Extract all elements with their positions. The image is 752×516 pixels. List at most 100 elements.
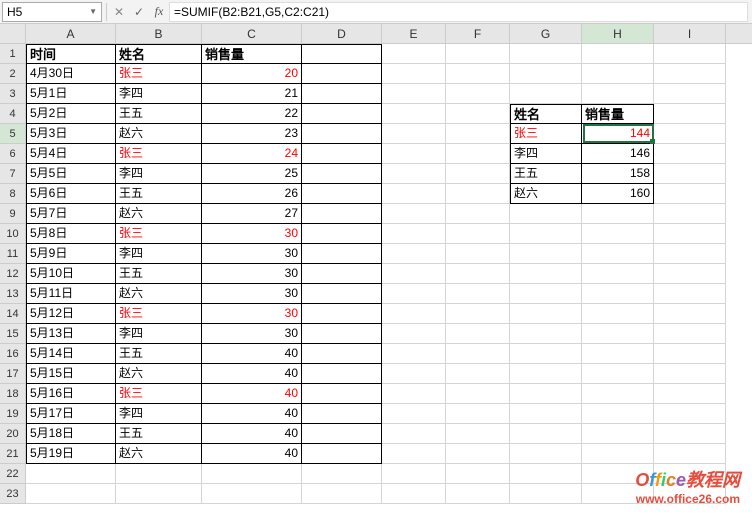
cell-A5[interactable]: 5月3日 [26, 124, 116, 144]
cell-H17[interactable] [582, 364, 654, 384]
cell-A6[interactable]: 5月4日 [26, 144, 116, 164]
col-header-F[interactable]: F [446, 24, 510, 43]
cell-H6[interactable]: 146 [582, 144, 654, 164]
col-header-I[interactable]: I [654, 24, 726, 43]
cell-B13[interactable]: 赵六 [116, 284, 202, 304]
cell-H13[interactable] [582, 284, 654, 304]
row-header-14[interactable]: 14 [0, 304, 26, 324]
cell-A1[interactable]: 时间 [26, 44, 116, 64]
cell-C18[interactable]: 40 [202, 384, 302, 404]
cell-A19[interactable]: 5月17日 [26, 404, 116, 424]
cell-B5[interactable]: 赵六 [116, 124, 202, 144]
cell-A15[interactable]: 5月13日 [26, 324, 116, 344]
cell-A9[interactable]: 5月7日 [26, 204, 116, 224]
row-header-16[interactable]: 16 [0, 344, 26, 364]
cell-H15[interactable] [582, 324, 654, 344]
cell-F8[interactable] [446, 184, 510, 204]
cell-I14[interactable] [654, 304, 726, 324]
cell-I13[interactable] [654, 284, 726, 304]
row-header-4[interactable]: 4 [0, 104, 26, 124]
cell-F18[interactable] [446, 384, 510, 404]
cell-F3[interactable] [446, 84, 510, 104]
cell-G1[interactable] [510, 44, 582, 64]
col-header-A[interactable]: A [26, 24, 116, 43]
row-header-5[interactable]: 5 [0, 124, 26, 144]
cell-B19[interactable]: 李四 [116, 404, 202, 424]
cell-B4[interactable]: 王五 [116, 104, 202, 124]
cell-D9[interactable] [302, 204, 382, 224]
cell-G16[interactable] [510, 344, 582, 364]
cell-I1[interactable] [654, 44, 726, 64]
cell-H7[interactable]: 158 [582, 164, 654, 184]
cell-G13[interactable] [510, 284, 582, 304]
cell-D4[interactable] [302, 104, 382, 124]
row-header-9[interactable]: 9 [0, 204, 26, 224]
cell-F10[interactable] [446, 224, 510, 244]
cell-G20[interactable] [510, 424, 582, 444]
row-header-19[interactable]: 19 [0, 404, 26, 424]
cell-H20[interactable] [582, 424, 654, 444]
cell-D16[interactable] [302, 344, 382, 364]
cell-I5[interactable] [654, 124, 726, 144]
cell-F23[interactable] [446, 484, 510, 504]
cell-I18[interactable] [654, 384, 726, 404]
cell-C12[interactable]: 30 [202, 264, 302, 284]
name-box[interactable]: H5 ▼ [2, 2, 102, 22]
cell-G7[interactable]: 王五 [510, 164, 582, 184]
cell-A8[interactable]: 5月6日 [26, 184, 116, 204]
cell-D13[interactable] [302, 284, 382, 304]
cell-E10[interactable] [382, 224, 446, 244]
col-header-D[interactable]: D [302, 24, 382, 43]
cell-A23[interactable] [26, 484, 116, 504]
cell-A17[interactable]: 5月15日 [26, 364, 116, 384]
cell-D8[interactable] [302, 184, 382, 204]
cell-E2[interactable] [382, 64, 446, 84]
cell-I19[interactable] [654, 404, 726, 424]
cell-H14[interactable] [582, 304, 654, 324]
cell-C15[interactable]: 30 [202, 324, 302, 344]
cell-E16[interactable] [382, 344, 446, 364]
cell-C13[interactable]: 30 [202, 284, 302, 304]
cell-I17[interactable] [654, 364, 726, 384]
row-header-22[interactable]: 22 [0, 464, 26, 484]
cell-F2[interactable] [446, 64, 510, 84]
row-header-3[interactable]: 3 [0, 84, 26, 104]
cell-E21[interactable] [382, 444, 446, 464]
cell-G4[interactable]: 姓名 [510, 104, 582, 124]
cell-G6[interactable]: 李四 [510, 144, 582, 164]
cell-D23[interactable] [302, 484, 382, 504]
cell-E15[interactable] [382, 324, 446, 344]
cell-H19[interactable] [582, 404, 654, 424]
cell-I8[interactable] [654, 184, 726, 204]
cell-C8[interactable]: 26 [202, 184, 302, 204]
cell-B7[interactable]: 李四 [116, 164, 202, 184]
cell-E4[interactable] [382, 104, 446, 124]
cell-G23[interactable] [510, 484, 582, 504]
cell-G22[interactable] [510, 464, 582, 484]
cell-F12[interactable] [446, 264, 510, 284]
cell-I20[interactable] [654, 424, 726, 444]
cell-G15[interactable] [510, 324, 582, 344]
cell-D20[interactable] [302, 424, 382, 444]
cell-B16[interactable]: 王五 [116, 344, 202, 364]
cell-C23[interactable] [202, 484, 302, 504]
cell-F5[interactable] [446, 124, 510, 144]
cell-D3[interactable] [302, 84, 382, 104]
cell-B15[interactable]: 李四 [116, 324, 202, 344]
cell-E6[interactable] [382, 144, 446, 164]
cell-E3[interactable] [382, 84, 446, 104]
cell-F22[interactable] [446, 464, 510, 484]
row-header-12[interactable]: 12 [0, 264, 26, 284]
cell-F15[interactable] [446, 324, 510, 344]
cell-G19[interactable] [510, 404, 582, 424]
cell-E22[interactable] [382, 464, 446, 484]
cell-D2[interactable] [302, 64, 382, 84]
cell-D5[interactable] [302, 124, 382, 144]
cell-A11[interactable]: 5月9日 [26, 244, 116, 264]
cell-G5[interactable]: 张三 [510, 124, 582, 144]
cell-B18[interactable]: 张三 [116, 384, 202, 404]
cell-F21[interactable] [446, 444, 510, 464]
cell-F11[interactable] [446, 244, 510, 264]
cell-B21[interactable]: 赵六 [116, 444, 202, 464]
cell-D10[interactable] [302, 224, 382, 244]
